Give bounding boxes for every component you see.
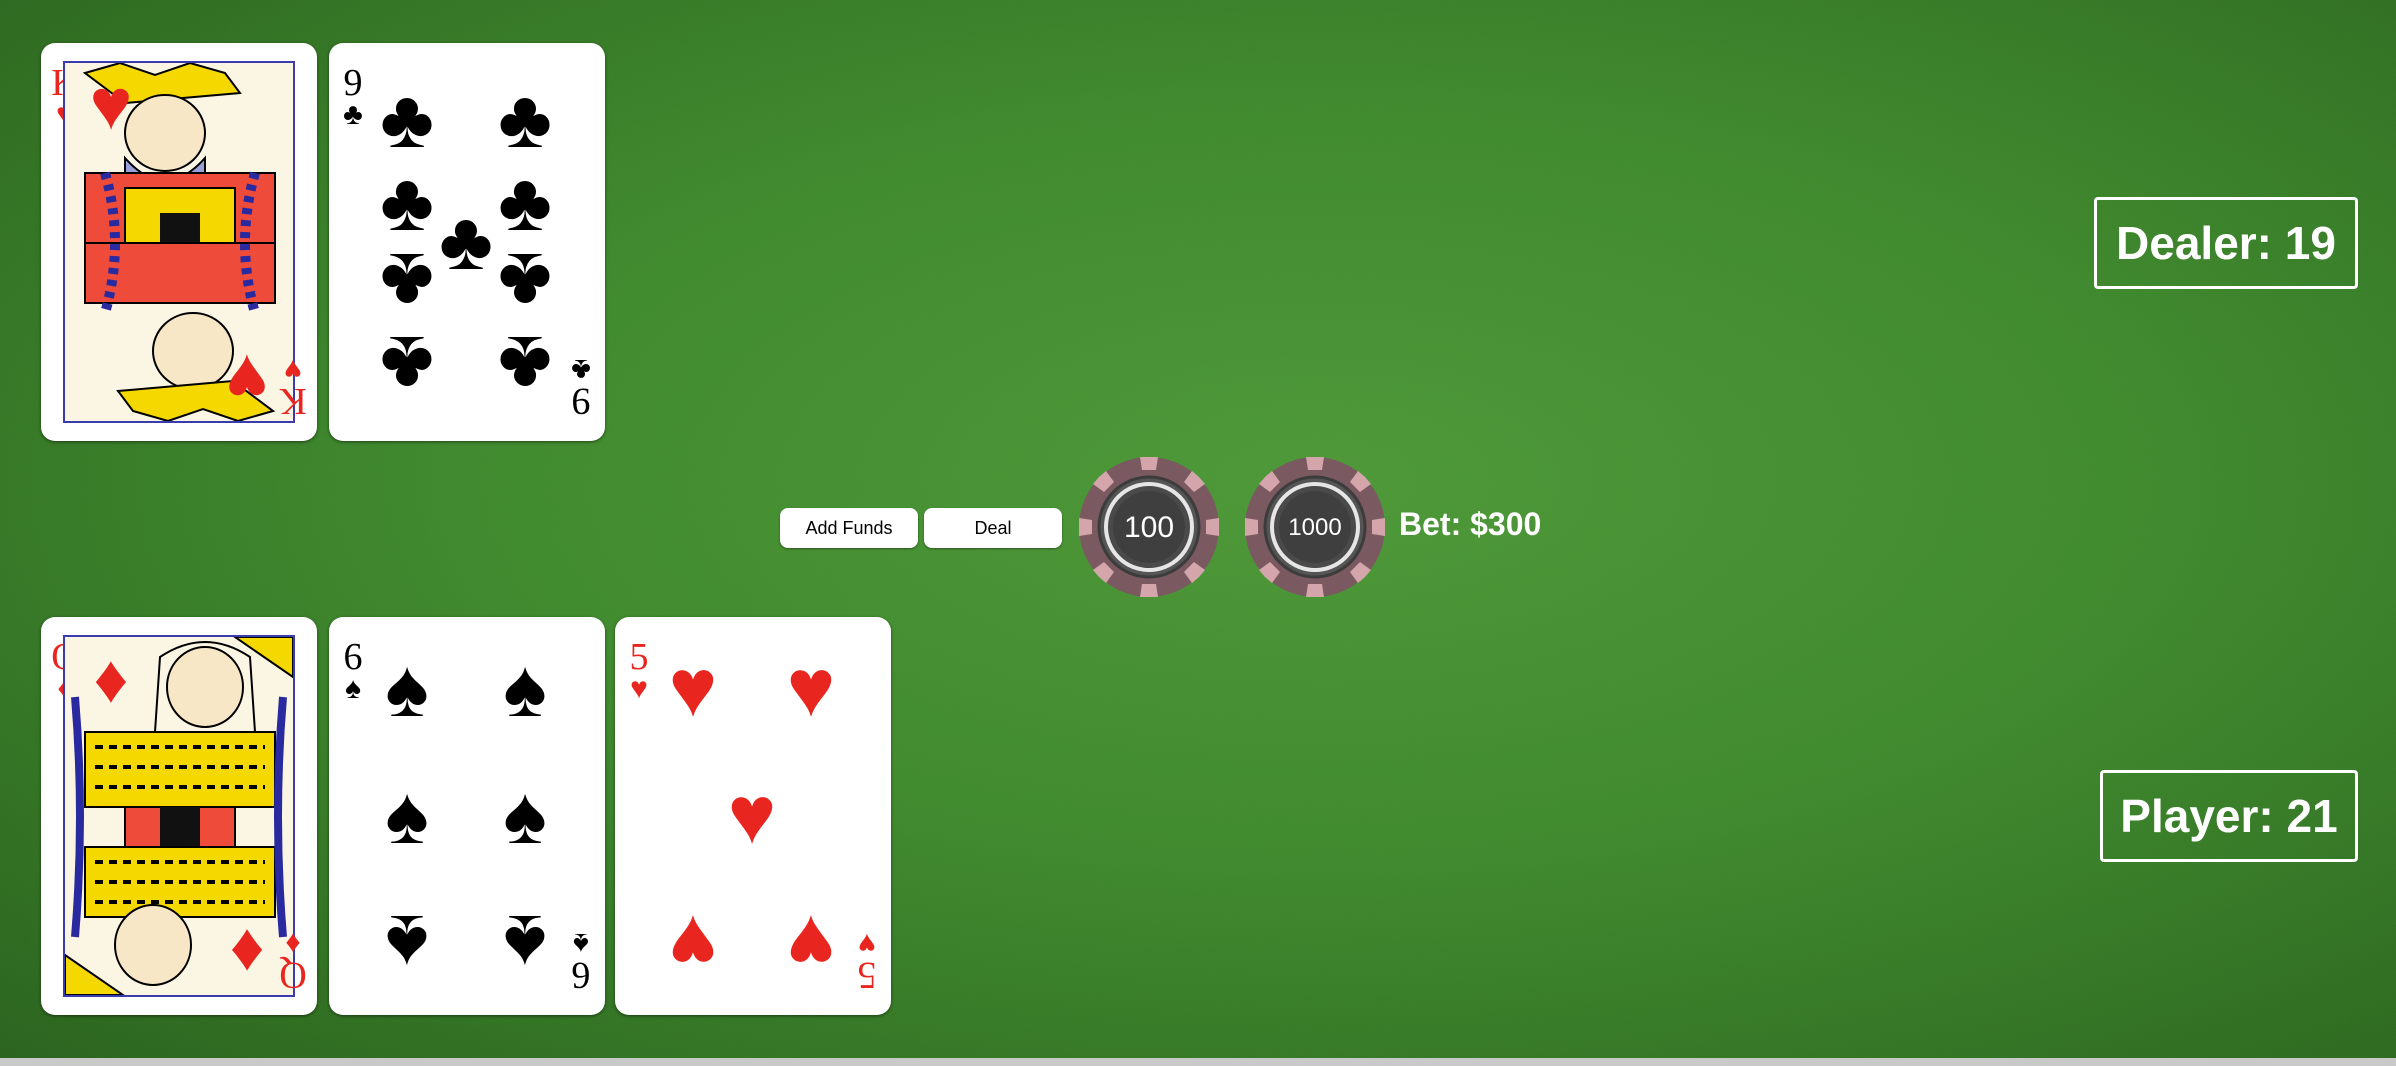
blackjack-table: K♥ ♥ ♥ K♥ 9♣ ♣ ♣ ♣ ♣ ♣ bbox=[0, 0, 2396, 1066]
chip-1000[interactable]: 1000 bbox=[1244, 456, 1386, 598]
chip-100[interactable]: 100 bbox=[1078, 456, 1220, 598]
spade-icon: ♠ bbox=[385, 770, 429, 861]
heart-icon: ♥ bbox=[225, 339, 269, 419]
heart-icon: ♥ bbox=[727, 770, 777, 861]
card-index-bottom: 6 ♠ bbox=[571, 927, 591, 996]
card-index-top: 9 ♣ bbox=[343, 62, 363, 131]
club-icon: ♣ bbox=[380, 74, 434, 165]
spade-icon: ♠ bbox=[503, 643, 547, 734]
heart-icon: ♥ bbox=[668, 643, 718, 734]
chip-100-label: 100 bbox=[1124, 511, 1174, 544]
dealer-card-2: 9 ♣ ♣ ♣ ♣ ♣ ♣ ♣ ♣ ♣ ♣ 9 ♣ bbox=[329, 43, 605, 441]
add-funds-button[interactable]: Add Funds bbox=[780, 508, 918, 548]
card-index-bottom: Q ♦ bbox=[279, 927, 307, 996]
spade-icon: ♠ bbox=[385, 898, 429, 989]
chip-1000-label: 1000 bbox=[1288, 514, 1341, 541]
club-icon: ♣ bbox=[498, 74, 552, 165]
player-card-3: 5 ♥ ♥ ♥ ♥ ♥ ♥ 5 ♥ bbox=[615, 617, 891, 1015]
card-index-bottom: 9 ♣ bbox=[571, 353, 591, 422]
club-icon: ♣ bbox=[380, 236, 434, 327]
club-icon: ♣ bbox=[498, 319, 552, 410]
deal-button[interactable]: Deal bbox=[924, 508, 1062, 548]
dealer-score: Dealer: 19 bbox=[2094, 197, 2358, 289]
heart-icon: ♥ bbox=[668, 898, 718, 989]
heart-icon: ♥ bbox=[786, 643, 836, 734]
heart-icon: ♥ bbox=[89, 65, 133, 145]
spade-icon: ♠ bbox=[385, 643, 429, 734]
player-score: Player: 21 bbox=[2100, 770, 2358, 862]
diamond-icon: ♦ bbox=[93, 641, 129, 717]
player-card-1: Q♦ ♦ ♦ Q♦ bbox=[41, 617, 317, 1015]
dealer-card-1: K♥ ♥ ♥ K♥ bbox=[41, 43, 317, 441]
card-index-top: 6 ♠ bbox=[343, 636, 363, 705]
card-index-bottom: 5 ♥ bbox=[857, 927, 877, 996]
spade-icon: ♠ bbox=[503, 898, 547, 989]
spade-icon: ♠ bbox=[503, 770, 547, 861]
club-icon: ♣ bbox=[380, 319, 434, 410]
heart-icon: ♥ bbox=[786, 898, 836, 989]
card-index-bottom: K ♥ bbox=[279, 353, 307, 422]
diamond-icon: ♦ bbox=[229, 915, 265, 991]
card-index-top: 5 ♥ bbox=[629, 636, 649, 705]
bet-amount: Bet: $300 bbox=[1399, 506, 1542, 542]
club-icon: ♣ bbox=[498, 236, 552, 327]
player-card-2: 6 ♠ ♠ ♠ ♠ ♠ ♠ ♠ 6 ♠ bbox=[329, 617, 605, 1015]
table-bottom-edge bbox=[0, 1058, 2396, 1066]
